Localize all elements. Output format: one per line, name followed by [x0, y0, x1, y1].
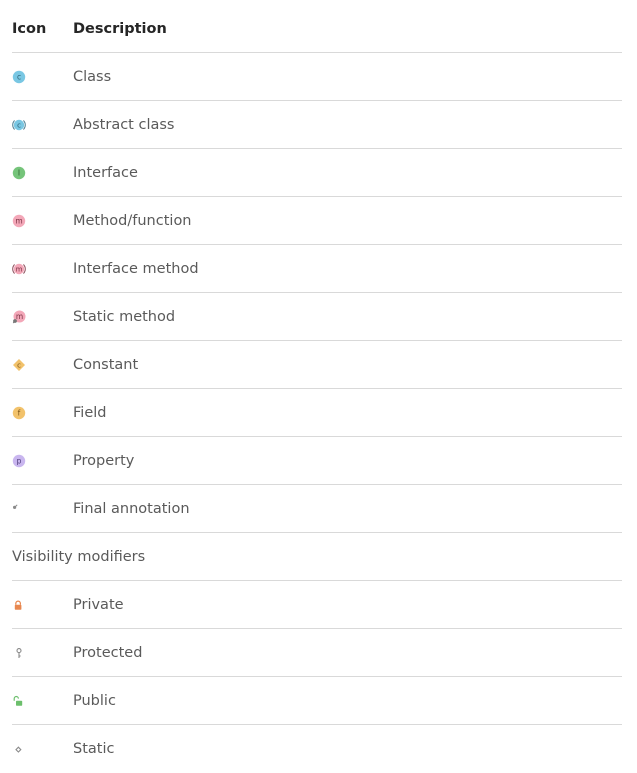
- svg-text:c: c: [17, 361, 21, 369]
- table-row: Public: [12, 677, 622, 725]
- svg-text:m: m: [16, 312, 23, 321]
- row-description: Final annotation: [73, 500, 190, 517]
- public-unlock-icon: [12, 694, 26, 708]
- svg-text:m: m: [16, 265, 23, 273]
- table-row: m Interface method: [12, 245, 622, 293]
- row-description: Private: [73, 596, 124, 613]
- row-description: Public: [73, 692, 116, 709]
- method-icon: m: [12, 214, 26, 228]
- protected-key-icon: [12, 646, 26, 660]
- field-icon: f: [12, 406, 26, 420]
- svg-text:I: I: [18, 168, 20, 177]
- table-row: c Class: [12, 53, 622, 101]
- visibility-section-title: Visibility modifiers: [12, 548, 146, 565]
- icon-column-header: Icon: [12, 20, 47, 37]
- row-description: Method/function: [73, 212, 192, 229]
- row-description: Static method: [73, 308, 176, 325]
- abstract-class-icon: c: [12, 118, 26, 132]
- table-row: f Field: [12, 389, 622, 437]
- table-row: I Interface: [12, 149, 622, 197]
- interface-method-icon: m: [12, 262, 26, 276]
- row-description: Class: [73, 68, 112, 85]
- final-annotation-icon: [12, 502, 26, 516]
- constant-icon: c: [12, 358, 26, 372]
- row-description: Field: [73, 404, 107, 421]
- table-row: Private: [12, 581, 622, 629]
- row-description: Property: [73, 452, 135, 469]
- table-row: c Constant: [12, 341, 622, 389]
- static-diamond-icon: [12, 742, 26, 756]
- table-row: Final annotation: [12, 485, 622, 533]
- row-description: Interface: [73, 164, 138, 181]
- table-row: p Property: [12, 437, 622, 485]
- symbol-legend-table: Icon Description c Class c Abstract clas…: [12, 5, 622, 773]
- svg-text:f: f: [18, 408, 21, 417]
- svg-text:p: p: [17, 456, 22, 465]
- table-row: m Method/function: [12, 197, 622, 245]
- svg-text:m: m: [15, 216, 22, 225]
- row-description: Interface method: [73, 260, 199, 277]
- interface-icon: I: [12, 166, 26, 180]
- row-description: Abstract class: [73, 116, 175, 133]
- svg-text:c: c: [17, 121, 21, 129]
- table-header: Icon Description: [12, 5, 622, 53]
- visibility-section-row: Visibility modifiers: [12, 533, 622, 581]
- row-description: Static: [73, 741, 115, 757]
- table-row: Static: [12, 725, 622, 773]
- table-row: m Static method: [12, 293, 622, 341]
- svg-text:c: c: [17, 72, 21, 81]
- row-description: Constant: [73, 356, 139, 373]
- table-row: c Abstract class: [12, 101, 622, 149]
- table-row: Protected: [12, 629, 622, 677]
- private-lock-icon: [12, 598, 26, 612]
- class-icon: c: [12, 70, 26, 84]
- description-column-header: Description: [73, 20, 167, 37]
- static-method-icon: m: [12, 310, 26, 324]
- row-description: Protected: [73, 644, 143, 661]
- property-icon: p: [12, 454, 26, 468]
